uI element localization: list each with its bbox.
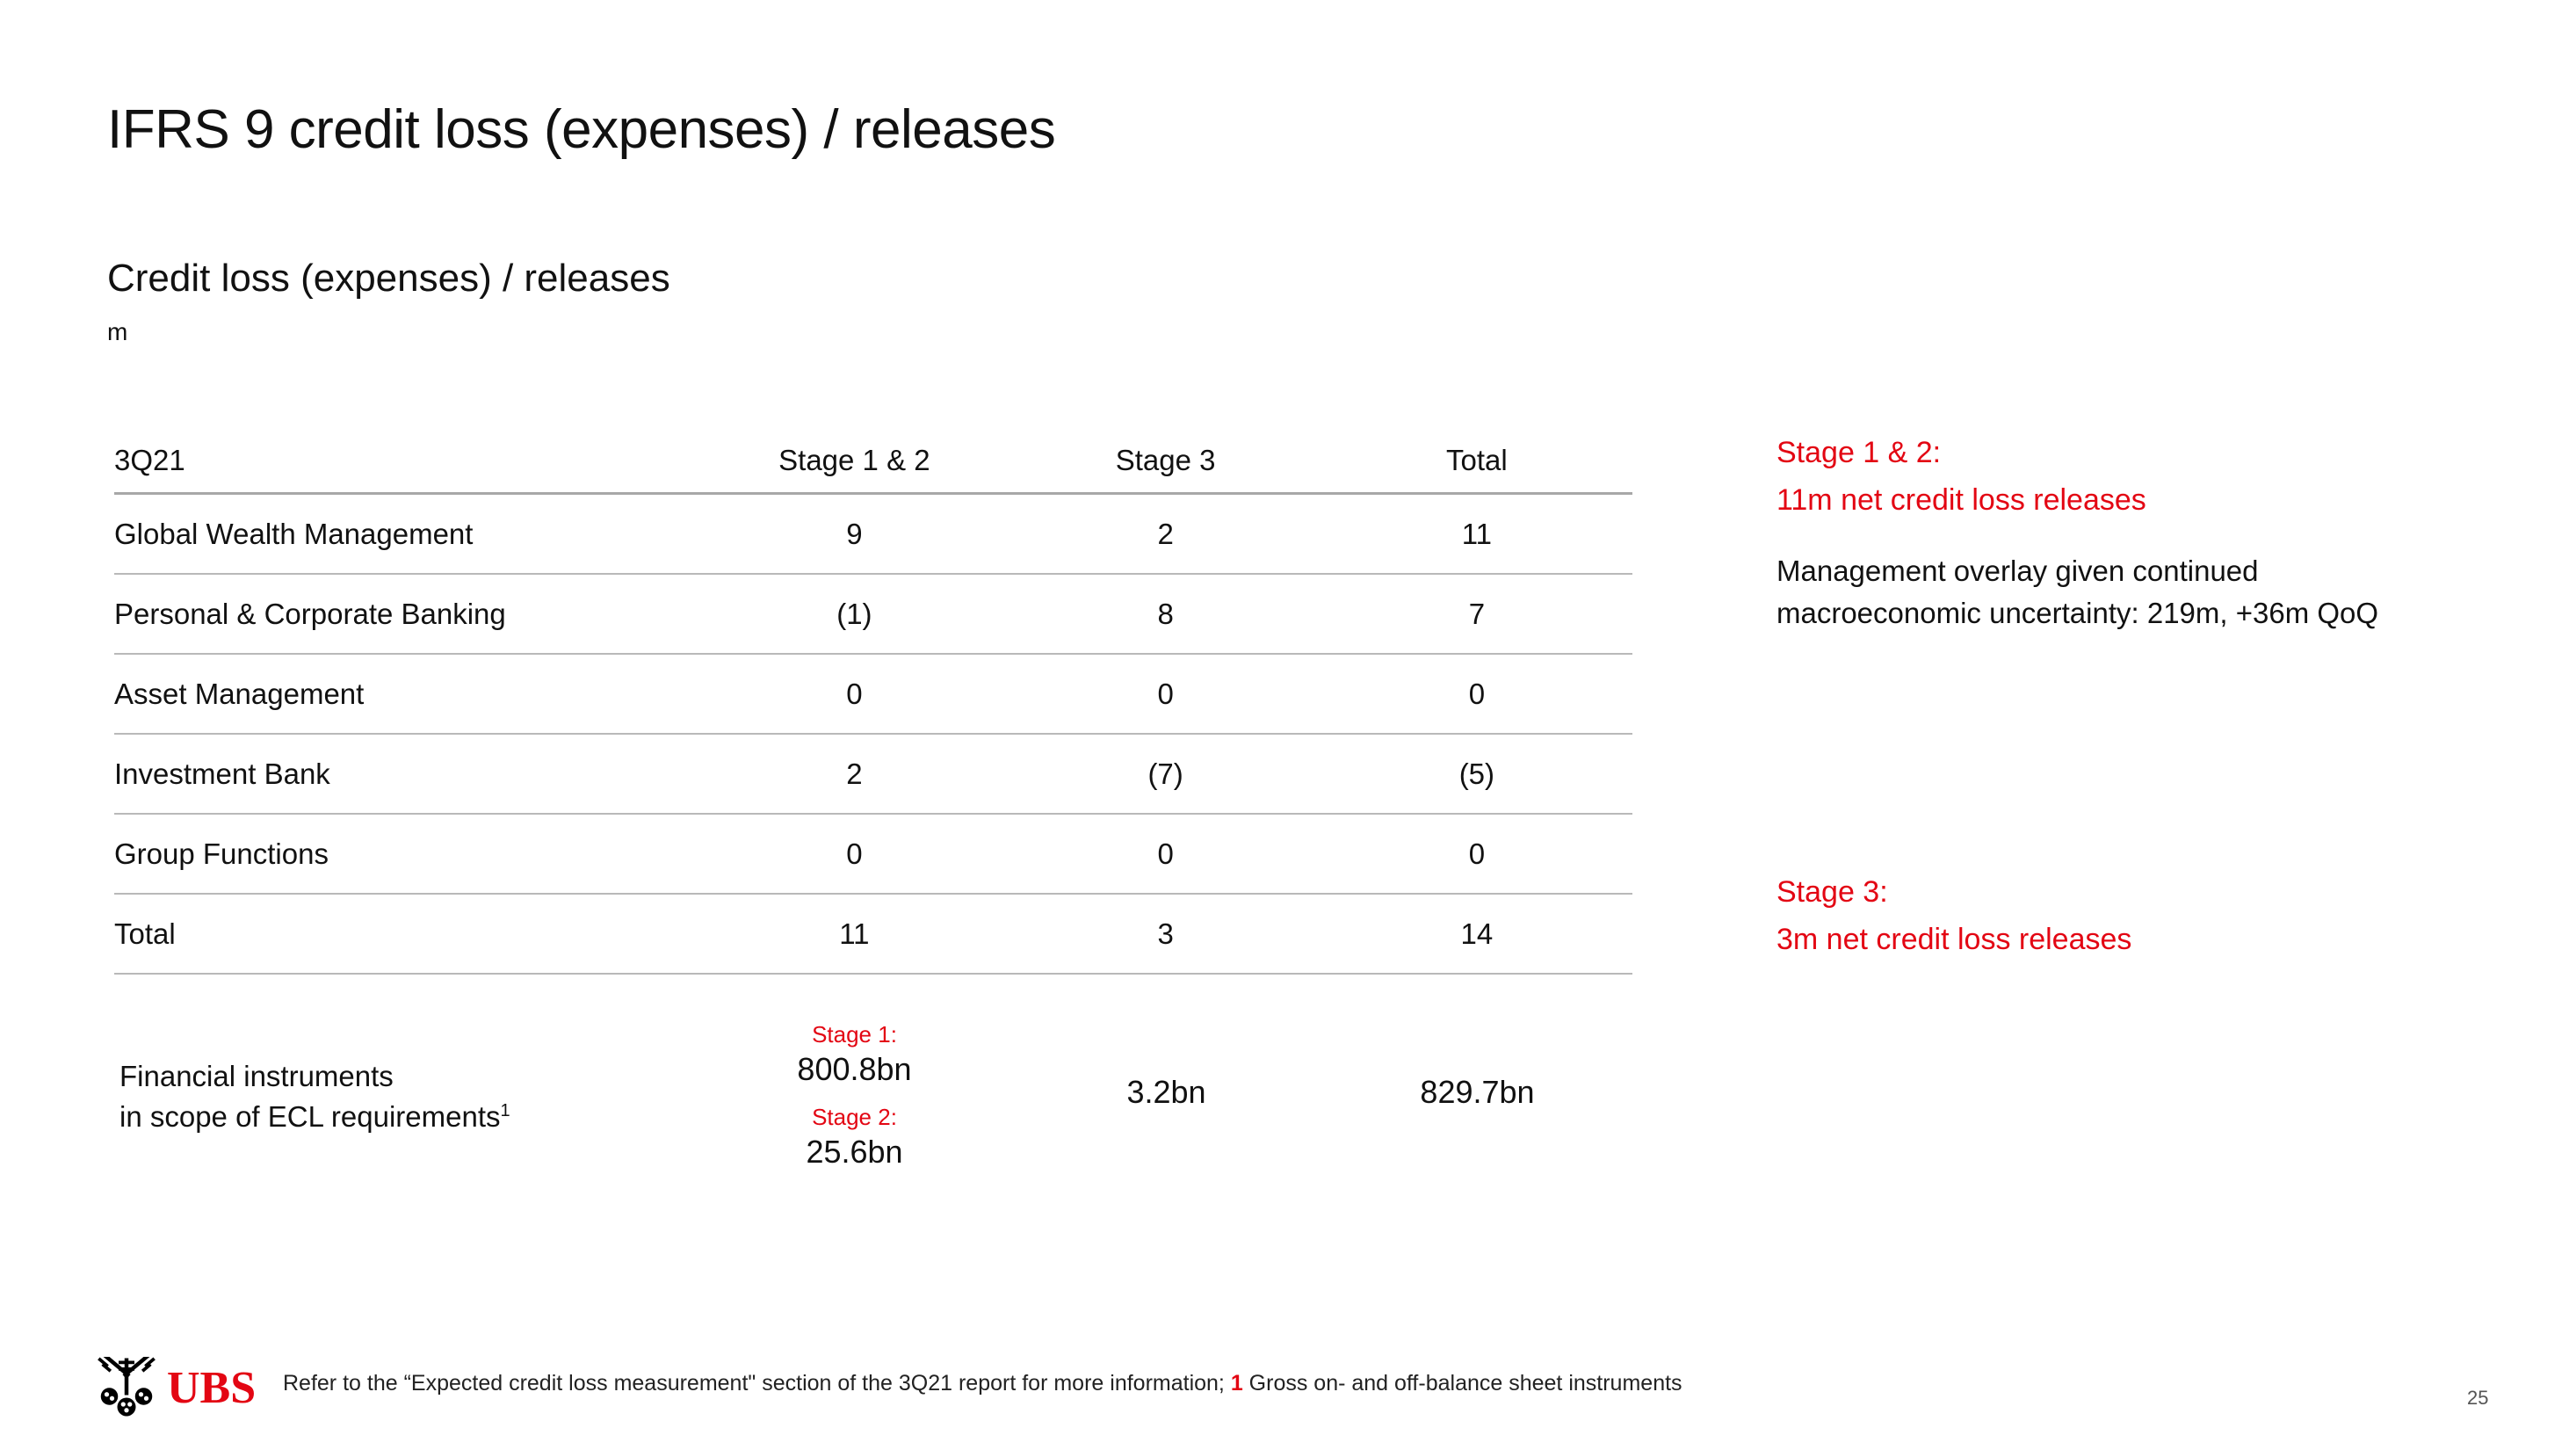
stage-2-tag: Stage 2: bbox=[812, 1104, 897, 1130]
row-label: Group Functions bbox=[114, 813, 699, 894]
footer-note: Refer to the “Expected credit loss measu… bbox=[283, 1371, 1682, 1396]
cell-stage-3: 8 bbox=[1009, 573, 1321, 654]
financial-instruments-total-value: 829.7bn bbox=[1420, 1074, 1535, 1110]
commentary-block-stage-3: Stage 3: 3m net credit loss releases bbox=[1776, 868, 2514, 963]
stage-2-value: 25.6bn bbox=[806, 1134, 903, 1170]
total-cell-stage-3: 3 bbox=[1009, 893, 1321, 975]
ubs-logo: UBS bbox=[93, 1355, 256, 1422]
column-header-stage-3: Stage 3 bbox=[1115, 444, 1216, 476]
table-row: Investment Bank 2 (7) (5) bbox=[114, 733, 1632, 814]
cell-total: 0 bbox=[1321, 653, 1632, 734]
cell-stage-3: 0 bbox=[1009, 813, 1321, 894]
ecl-requirements-text: in scope of ECL requirements bbox=[119, 1100, 501, 1133]
commentary-block-stage-1-2: Stage 1 & 2: 11m net credit loss release… bbox=[1776, 429, 2514, 634]
table-total-row: Total 11 3 14 bbox=[114, 893, 1632, 975]
column-header-total: Total bbox=[1446, 444, 1508, 476]
row-label: Asset Management bbox=[114, 653, 699, 734]
financial-instruments-stage-1-2-column: Stage 1: 800.8bn Stage 2: 25.6bn bbox=[698, 1019, 1010, 1185]
commentary-body-line2: macroeconomic uncertainty: 219m, +36m Qo… bbox=[1776, 597, 2379, 629]
credit-loss-table-container: 3Q21 Stage 1 & 2 Stage 3 Total Global We… bbox=[114, 429, 1632, 975]
cell-stage-3: 2 bbox=[1009, 492, 1321, 574]
financial-instruments-label-line2: in scope of ECL requirements1 bbox=[119, 1097, 510, 1137]
commentary-stage3-heading-line2: 3m net credit loss releases bbox=[1776, 923, 2132, 956]
footer-note-part1: Refer to the “Expected credit loss measu… bbox=[283, 1371, 1231, 1396]
total-cell-stage-1-2: 11 bbox=[698, 893, 1010, 975]
row-label: Investment Bank bbox=[114, 733, 699, 814]
table-row: Global Wealth Management 9 2 11 bbox=[114, 492, 1632, 574]
commentary-heading-line1: Stage 1 & 2: bbox=[1776, 436, 1942, 469]
cell-stage-1-2: 2 bbox=[698, 733, 1010, 814]
footer-note-marker: 1 bbox=[1230, 1371, 1243, 1396]
section-unit-label: m bbox=[107, 318, 128, 345]
table-period-label: 3Q21 bbox=[114, 444, 185, 476]
slide-footer: UBS Refer to the “Expected credit loss m… bbox=[0, 1350, 2576, 1450]
column-header-stage-1-2: Stage 1 & 2 bbox=[778, 444, 930, 476]
page-number: 25 bbox=[2467, 1387, 2489, 1409]
row-label: Personal & Corporate Banking bbox=[114, 573, 699, 654]
commentary-stage3-heading-line1: Stage 3: bbox=[1776, 875, 1888, 909]
table-row: Asset Management 0 0 0 bbox=[114, 653, 1632, 734]
financial-instruments-label: Financial instruments in scope of ECL re… bbox=[119, 1056, 510, 1137]
footnote-marker: 1 bbox=[500, 1101, 510, 1120]
cell-total: 7 bbox=[1321, 573, 1632, 654]
commentary-body-line1: Management overlay given continued bbox=[1776, 555, 2259, 587]
ubs-wordmark: UBS bbox=[167, 1363, 257, 1413]
financial-instruments-section: Financial instruments in scope of ECL re… bbox=[114, 1019, 1632, 1186]
cell-stage-3: (7) bbox=[1009, 733, 1321, 814]
commentary-heading-line2: 11m net credit loss releases bbox=[1776, 483, 2146, 517]
cell-total: 11 bbox=[1321, 492, 1632, 574]
credit-loss-table: 3Q21 Stage 1 & 2 Stage 3 Total Global We… bbox=[114, 429, 1632, 975]
financial-instruments-label-line1: Financial instruments bbox=[119, 1060, 394, 1092]
cell-stage-1-2: 0 bbox=[698, 653, 1010, 734]
stage-1-value: 800.8bn bbox=[797, 1051, 912, 1087]
total-row-label: Total bbox=[114, 893, 699, 975]
section-title: Credit loss (expenses) / releases bbox=[107, 257, 670, 300]
cell-stage-1-2: (1) bbox=[698, 573, 1010, 654]
row-label: Global Wealth Management bbox=[114, 492, 699, 574]
ubs-three-keys-icon bbox=[98, 1357, 156, 1417]
table-header-row: 3Q21 Stage 1 & 2 Stage 3 Total bbox=[114, 429, 1632, 494]
cell-stage-1-2: 0 bbox=[698, 813, 1010, 894]
cell-stage-1-2: 9 bbox=[698, 492, 1010, 574]
cell-total: (5) bbox=[1321, 733, 1632, 814]
commentary-body: Management overlay given continued macro… bbox=[1776, 550, 2514, 634]
cell-stage-3: 0 bbox=[1009, 653, 1321, 734]
cell-total: 0 bbox=[1321, 813, 1632, 894]
table-row: Group Functions 0 0 0 bbox=[114, 813, 1632, 894]
table-row: Personal & Corporate Banking (1) 8 7 bbox=[114, 573, 1632, 654]
stage-1-tag: Stage 1: bbox=[812, 1021, 897, 1048]
financial-instruments-stage-3-value: 3.2bn bbox=[1126, 1074, 1206, 1110]
page-title: IFRS 9 credit loss (expenses) / releases bbox=[107, 99, 1056, 160]
footer-note-part2: Gross on- and off-balance sheet instrume… bbox=[1242, 1371, 1682, 1396]
total-cell-total: 14 bbox=[1321, 893, 1632, 975]
